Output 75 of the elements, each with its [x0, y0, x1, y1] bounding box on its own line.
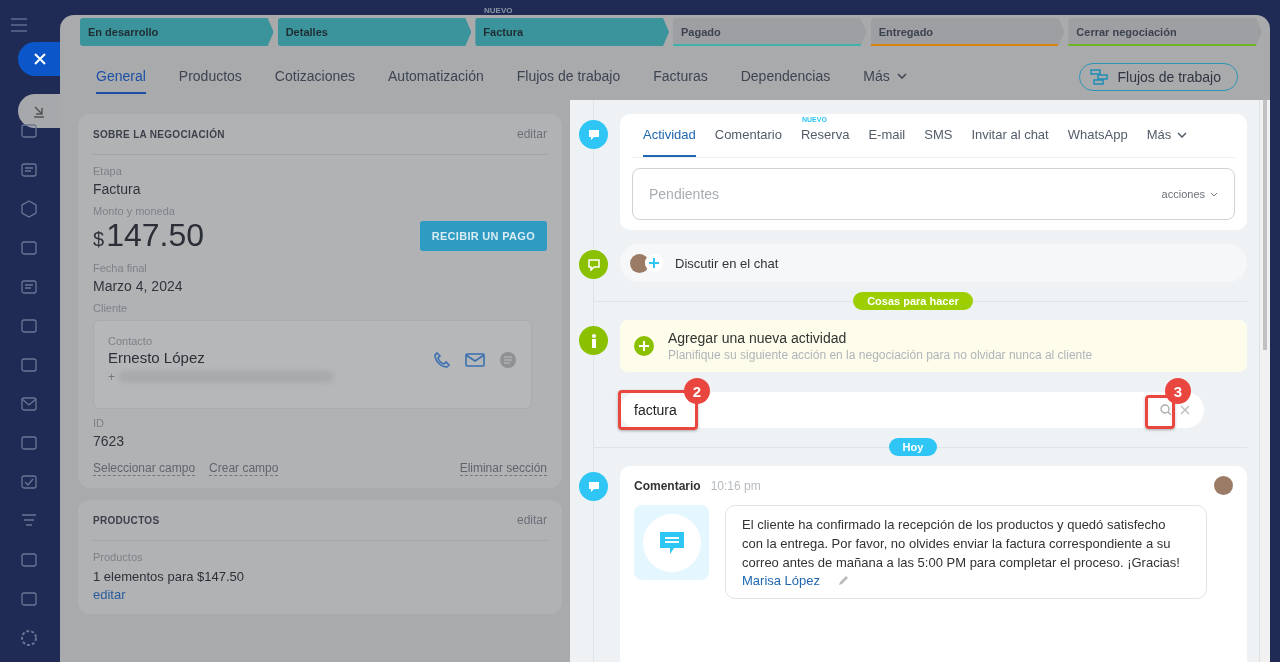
activity-tab[interactable]: Más [1146, 114, 1188, 157]
stage-step[interactable]: Detalles [277, 18, 472, 46]
comment-text: El cliente ha confirmado la recepción de los productos y quedó satisfecho con la entrega. Por favor, no olvides enviar la factura correspondiente a su correo antes de mañana a las 5:00 PM para completar el proceso. ¡Gracias! [742, 516, 1181, 572]
edit-link[interactable]: editar [516, 127, 547, 141]
contact-name[interactable]: Ernesto López [108, 349, 419, 366]
avatar-icon [630, 253, 649, 273]
tab[interactable]: Dependencias [740, 60, 831, 94]
tab[interactable]: Flujos de trabajo [516, 60, 621, 94]
stage-step[interactable]: Factura [475, 18, 669, 46]
contact-label: Contacto [108, 335, 154, 347]
add-activity-card[interactable]: Agregar una nueva actividad Planifique su siguiente acción en la negociación para no olvidar nunca al cliente [620, 320, 1247, 372]
add-activity-hint: Planifique su siguiente acción en la negociación para no olvidar nunca al cliente [668, 348, 1093, 362]
info-icon [579, 326, 608, 355]
add-activity-title: Agregar una nueva actividad [668, 330, 848, 346]
activity-tab[interactable]: Invitar al chat [971, 114, 1049, 157]
stage-step[interactable]: Cerrar negociación [1068, 18, 1263, 46]
comment-title: Comentario [634, 478, 701, 493]
scrollbar[interactable] [1259, 100, 1270, 662]
activity-tab[interactable]: SMS [924, 114, 953, 157]
amount-value: 147.50 [106, 217, 204, 254]
section-divider-label: Cosas para hacer [853, 292, 973, 310]
tab[interactable]: Automatización [388, 60, 484, 94]
tab[interactable]: General [96, 60, 146, 94]
collapse-button[interactable] [18, 94, 60, 128]
pending-field[interactable]: Pendientes acciones [632, 168, 1235, 220]
avatar-icon[interactable] [1214, 476, 1233, 495]
search-icon[interactable] [1160, 404, 1172, 416]
close-button[interactable] [18, 42, 60, 76]
activity-tab[interactable]: WhatsApp [1067, 114, 1128, 157]
activity-tab[interactable]: E-mail [868, 114, 906, 157]
hexagon-icon[interactable] [20, 200, 38, 218]
workflow-icon[interactable] [1090, 69, 1109, 85]
delete-section-link[interactable]: Eliminar sección [459, 461, 547, 476]
checkbox-icon[interactable] [20, 473, 38, 491]
tab[interactable]: Más [863, 60, 907, 94]
receive-payment-button[interactable]: RECIBIR UN PAGO [419, 220, 547, 251]
phone-icon[interactable] [433, 350, 451, 369]
comment-time: 10:16 pm [710, 478, 761, 493]
tab[interactable]: Cotizaciones [274, 60, 355, 94]
caret-icon[interactable] [1210, 191, 1218, 197]
step-badge: 3 [1165, 378, 1191, 404]
menu-icon[interactable] [11, 18, 27, 32]
field-link[interactable]: Crear campo [209, 461, 279, 476]
author-link[interactable]: Marisa López [742, 572, 821, 588]
edit-link[interactable]: editar [93, 587, 547, 602]
arrow-icon[interactable] [32, 104, 46, 118]
gear-icon[interactable] [20, 629, 38, 647]
stage-step[interactable]: Entregado [870, 18, 1065, 46]
currency-symbol: $ [93, 228, 105, 251]
step-badge: 2 [684, 378, 710, 404]
plus-icon [634, 336, 654, 356]
section-divider-label: Hoy [888, 438, 938, 456]
stage-step[interactable]: Pagado [673, 18, 867, 46]
activity-tab[interactable]: Comentario [714, 114, 782, 157]
activity-tab[interactable]: Actividad [643, 114, 696, 157]
tab[interactable]: Productos [178, 60, 242, 94]
caret-icon[interactable] [896, 73, 907, 79]
pencil-icon[interactable] [838, 574, 850, 586]
edit-link[interactable]: editar [516, 513, 547, 527]
field-value: 1 elementos para $147.50 [93, 569, 246, 584]
field-value: Factura [93, 181, 142, 197]
new-label: NUEVO [484, 6, 513, 15]
field-link[interactable]: Seleccionar campo [93, 461, 196, 476]
discuss-chat-button[interactable]: Discutir en el chat [620, 244, 1247, 282]
mail-icon[interactable] [465, 351, 485, 368]
tab[interactable]: Facturas [653, 60, 708, 94]
caret-icon[interactable] [1177, 131, 1188, 138]
stage-step[interactable]: En desarrollo [80, 18, 274, 46]
comment-icon [579, 472, 608, 501]
phone-prefix: + [108, 370, 115, 384]
section-title: SOBRE LA NEGOCIACIÓN [93, 128, 225, 140]
section-title: PRODUCTOS [93, 514, 160, 526]
field-value: 7623 [93, 433, 126, 449]
field-value: Marzo 4, 2024 [93, 278, 184, 294]
mail-icon[interactable] [20, 395, 38, 413]
